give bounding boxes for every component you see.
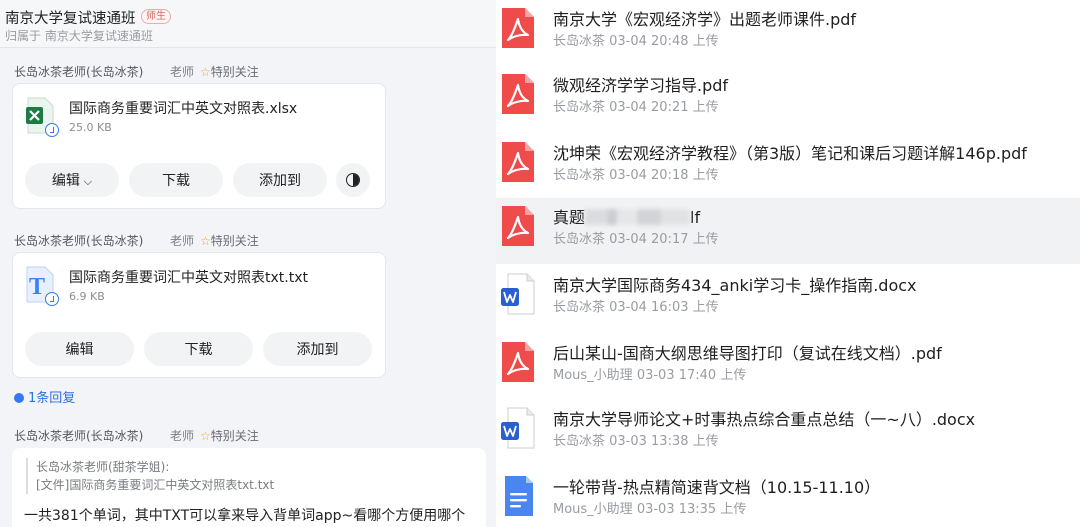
file-name[interactable]: 微观经济学学习指导.pdf <box>553 72 728 96</box>
sender-role: 老师 <box>170 65 195 79</box>
quote-text: [文件]国际商务重要词汇中英文对照表txt.txt <box>36 478 275 492</box>
file-message-card[interactable]: T 国际商务重要词汇中英文对照表txt.txt 6.9 KB 编辑 下载 添加到 <box>12 252 386 378</box>
file-meta: 长岛冰茶 03-04 20:48 上传 <box>553 34 719 49</box>
special-follow-tag: ☆特别关注 <box>200 65 259 79</box>
file-list-item[interactable]: 南京大学导师论文+时事热点综合重点总结（一~八）.docx 长岛冰茶 03-03… <box>496 400 1080 464</box>
star-icon: ☆ <box>200 234 211 248</box>
add-to-button[interactable]: 添加到 <box>263 332 372 366</box>
message-sender: 长岛冰茶老师(长岛冰茶) 老师 ☆特别关注 <box>14 232 259 249</box>
file-name[interactable]: 南京大学《宏观经济学》出题老师课件.pdf <box>553 6 856 30</box>
file-list-item[interactable]: 南京大学国际商务434_anki学习卡_操作指南.docx 长岛冰茶 03-04… <box>496 266 1080 330</box>
file-list-item[interactable]: 南京大学《宏观经济学》出题老师课件.pdf 长岛冰茶 03-04 20:48 上… <box>496 0 1080 64</box>
file-name[interactable]: 后山某山-国商大纲思维导图打印（复试在线文档）.pdf <box>553 340 942 364</box>
sync-badge-icon <box>45 292 59 306</box>
pdf-icon <box>502 206 534 246</box>
file-row[interactable]: 国际商务重要词汇中英文对照表.xlsx 25.0 KB <box>25 96 365 142</box>
message-sender: 长岛冰茶老师(长岛冰茶) 老师 ☆特别关注 <box>14 427 259 444</box>
pdf-icon <box>502 342 534 382</box>
file-list-item[interactable]: 一轮带背-热点精简速背文档（10.15-11.10） Mous_小助理 03-0… <box>496 468 1080 527</box>
file-list-item-selected[interactable]: 真题 lf 长岛冰茶 03-04 20:17 上传 <box>496 198 1080 264</box>
more-actions-button[interactable] <box>336 163 370 197</box>
file-name[interactable]: 真题 lf <box>553 204 700 228</box>
group-title[interactable]: 南京大学复试速通班 <box>5 7 136 28</box>
redacted-blur <box>585 209 691 225</box>
quoted-message[interactable]: 长岛冰茶老师(甜茶学姐): [文件]国际商务重要词汇中英文对照表txt.txt <box>26 458 274 494</box>
online-doc-icon <box>505 476 533 516</box>
chevron-down-icon: ⌵ <box>83 176 93 188</box>
contrast-icon <box>346 173 360 187</box>
reply-count-link[interactable]: 1条回复 <box>14 387 75 406</box>
pdf-icon <box>502 74 534 114</box>
sender-role: 老师 <box>170 234 195 248</box>
svg-text:T: T <box>29 274 45 300</box>
file-meta: Mous_小助理 03-03 17:40 上传 <box>553 368 747 383</box>
word-icon <box>501 407 535 449</box>
sender-name[interactable]: 长岛冰茶老师(长岛冰茶) <box>14 429 143 443</box>
group-subtitle: 归属于 南京大学复试速通班 <box>5 29 153 43</box>
file-name[interactable]: 南京大学导师论文+时事热点综合重点总结（一~八）.docx <box>553 406 975 430</box>
file-message-card[interactable]: 国际商务重要词汇中英文对照表.xlsx 25.0 KB 编辑 ⌵ 下载 添加到 <box>12 83 386 209</box>
file-size: 6.9 KB <box>69 290 105 303</box>
file-name[interactable]: 沈坤荣《宏观经济学教程》（第3版）笔记和课后习题详解146p.pdf <box>553 140 1027 164</box>
file-list-item[interactable]: 后山某山-国商大纲思维导图打印（复试在线文档）.pdf Mous_小助理 03-… <box>496 334 1080 398</box>
pdf-icon <box>502 8 534 48</box>
edit-button[interactable]: 编辑 <box>25 332 134 366</box>
add-to-button[interactable]: 添加到 <box>233 163 327 197</box>
message-text: 一共381个单词，其中TXT可以拿来导入背单词app~看哪个方便用哪个 <box>24 508 466 524</box>
word-icon <box>501 273 535 315</box>
sender-role: 老师 <box>170 429 195 443</box>
special-follow-tag: ☆特别关注 <box>200 429 259 443</box>
star-icon: ☆ <box>200 65 211 79</box>
reply-icon <box>14 393 24 403</box>
file-name[interactable]: 南京大学国际商务434_anki学习卡_操作指南.docx <box>553 272 917 296</box>
file-meta: Mous_小助理 03-03 13:35 上传 <box>553 502 747 517</box>
star-icon: ☆ <box>200 429 211 443</box>
group-header[interactable]: 南京大学复试速通班 师生 归属于 南京大学复试速通班 <box>0 0 496 48</box>
pdf-icon <box>502 142 534 182</box>
file-name[interactable]: 国际商务重要词汇中英文对照表.xlsx <box>69 98 297 118</box>
file-meta: 长岛冰茶 03-03 13:38 上传 <box>553 434 719 449</box>
file-meta: 长岛冰茶 03-04 20:17 上传 <box>553 232 719 247</box>
text-message-card[interactable]: 长岛冰茶老师(甜茶学姐): [文件]国际商务重要词汇中英文对照表txt.txt … <box>12 448 486 527</box>
sync-badge-icon <box>45 123 59 137</box>
file-meta: 长岛冰茶 03-04 20:18 上传 <box>553 168 719 183</box>
role-tag: 师生 <box>141 9 171 24</box>
edit-dropdown-button[interactable]: 编辑 ⌵ <box>25 163 119 197</box>
special-follow-tag: ☆特别关注 <box>200 234 259 248</box>
message-sender: 长岛冰茶老师(长岛冰茶) 老师 ☆特别关注 <box>14 63 259 80</box>
file-list-item[interactable]: 微观经济学学习指导.pdf 长岛冰茶 03-04 20:21 上传 <box>496 66 1080 130</box>
file-meta: 长岛冰茶 03-04 20:21 上传 <box>553 100 719 115</box>
download-button[interactable]: 下载 <box>144 332 253 366</box>
file-name[interactable]: 一轮带背-热点精简速背文档（10.15-11.10） <box>553 474 880 498</box>
file-size: 25.0 KB <box>69 121 112 134</box>
sender-name[interactable]: 长岛冰茶老师(长岛冰茶) <box>14 65 143 79</box>
chat-panel: 南京大学复试速通班 师生 归属于 南京大学复试速通班 长岛冰茶老师(长岛冰茶) … <box>0 0 496 527</box>
file-row[interactable]: T 国际商务重要词汇中英文对照表txt.txt 6.9 KB <box>25 265 365 311</box>
file-meta: 长岛冰茶 03-04 16:03 上传 <box>553 300 719 315</box>
download-button[interactable]: 下载 <box>129 163 223 197</box>
sender-name[interactable]: 长岛冰茶老师(长岛冰茶) <box>14 234 143 248</box>
file-name[interactable]: 国际商务重要词汇中英文对照表txt.txt <box>69 267 308 287</box>
file-list-panel: 南京大学《宏观经济学》出题老师课件.pdf 长岛冰茶 03-04 20:48 上… <box>496 0 1080 527</box>
file-list-item[interactable]: 沈坤荣《宏观经济学教程》（第3版）笔记和课后习题详解146p.pdf 长岛冰茶 … <box>496 134 1080 198</box>
quote-author: 长岛冰茶老师(甜茶学姐): <box>36 460 170 474</box>
